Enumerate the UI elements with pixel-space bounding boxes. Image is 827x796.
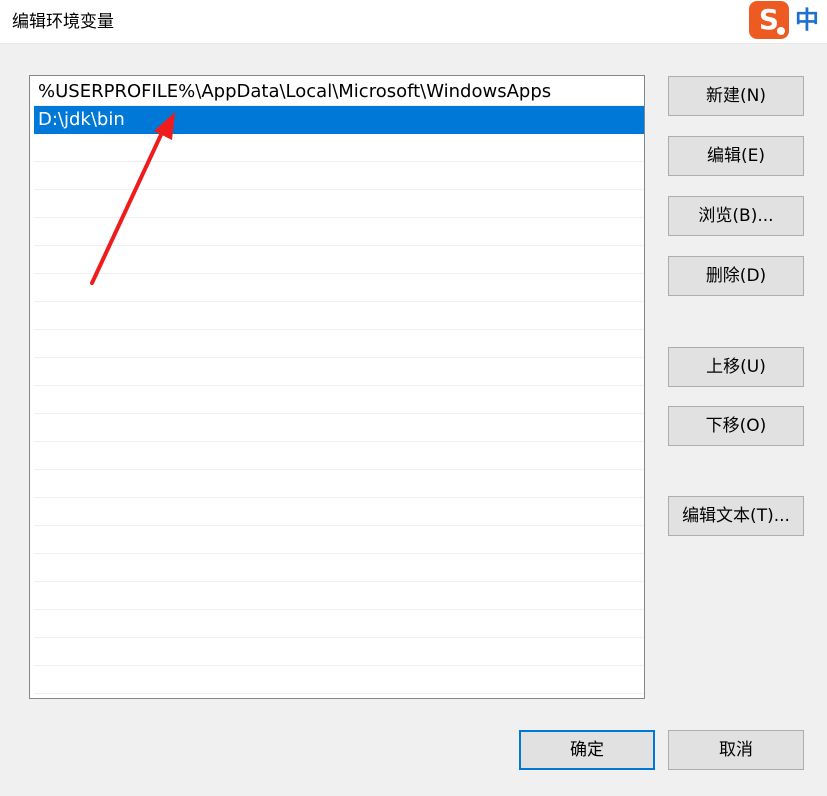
list-item[interactable] <box>34 666 644 694</box>
list-item[interactable] <box>34 190 644 218</box>
list-item[interactable] <box>34 134 644 162</box>
new-button[interactable]: 新建(N) <box>668 76 804 116</box>
list-item[interactable] <box>34 498 644 526</box>
list-item[interactable] <box>34 246 644 274</box>
list-item[interactable]: %USERPROFILE%\AppData\Local\Microsoft\Wi… <box>34 78 644 106</box>
browse-button[interactable]: 浏览(B)... <box>668 196 804 236</box>
list-item[interactable] <box>34 554 644 582</box>
list-item[interactable] <box>34 302 644 330</box>
delete-button[interactable]: 删除(D) <box>668 256 804 296</box>
move-up-button[interactable]: 上移(U) <box>668 347 804 387</box>
list-item[interactable] <box>34 386 644 414</box>
list-item[interactable] <box>34 638 644 666</box>
edit-button[interactable]: 编辑(E) <box>668 136 804 176</box>
ime-indicator[interactable]: S 中 <box>749 1 827 39</box>
move-down-button[interactable]: 下移(O) <box>668 406 804 446</box>
list-item[interactable] <box>34 610 644 638</box>
cancel-button[interactable]: 取消 <box>668 730 804 770</box>
list-item[interactable] <box>34 330 644 358</box>
list-item[interactable] <box>34 274 644 302</box>
ok-button[interactable]: 确定 <box>519 730 655 770</box>
path-list[interactable]: %USERPROFILE%\AppData\Local\Microsoft\Wi… <box>29 75 645 699</box>
edit-text-button[interactable]: 编辑文本(T)... <box>668 496 804 536</box>
list-item[interactable] <box>34 162 644 190</box>
list-item[interactable] <box>34 582 644 610</box>
list-item[interactable]: D:\jdk\bin <box>34 106 644 134</box>
title-bar: 编辑环境变量 S 中 <box>0 0 827 44</box>
list-item[interactable] <box>34 218 644 246</box>
list-item[interactable] <box>34 414 644 442</box>
list-item[interactable] <box>34 358 644 386</box>
ime-mode[interactable]: 中 <box>795 5 819 35</box>
list-item[interactable] <box>34 470 644 498</box>
sogou-logo-icon[interactable]: S <box>749 1 789 39</box>
list-item[interactable] <box>34 526 644 554</box>
window-title: 编辑环境变量 <box>12 12 114 32</box>
list-item[interactable] <box>34 442 644 470</box>
